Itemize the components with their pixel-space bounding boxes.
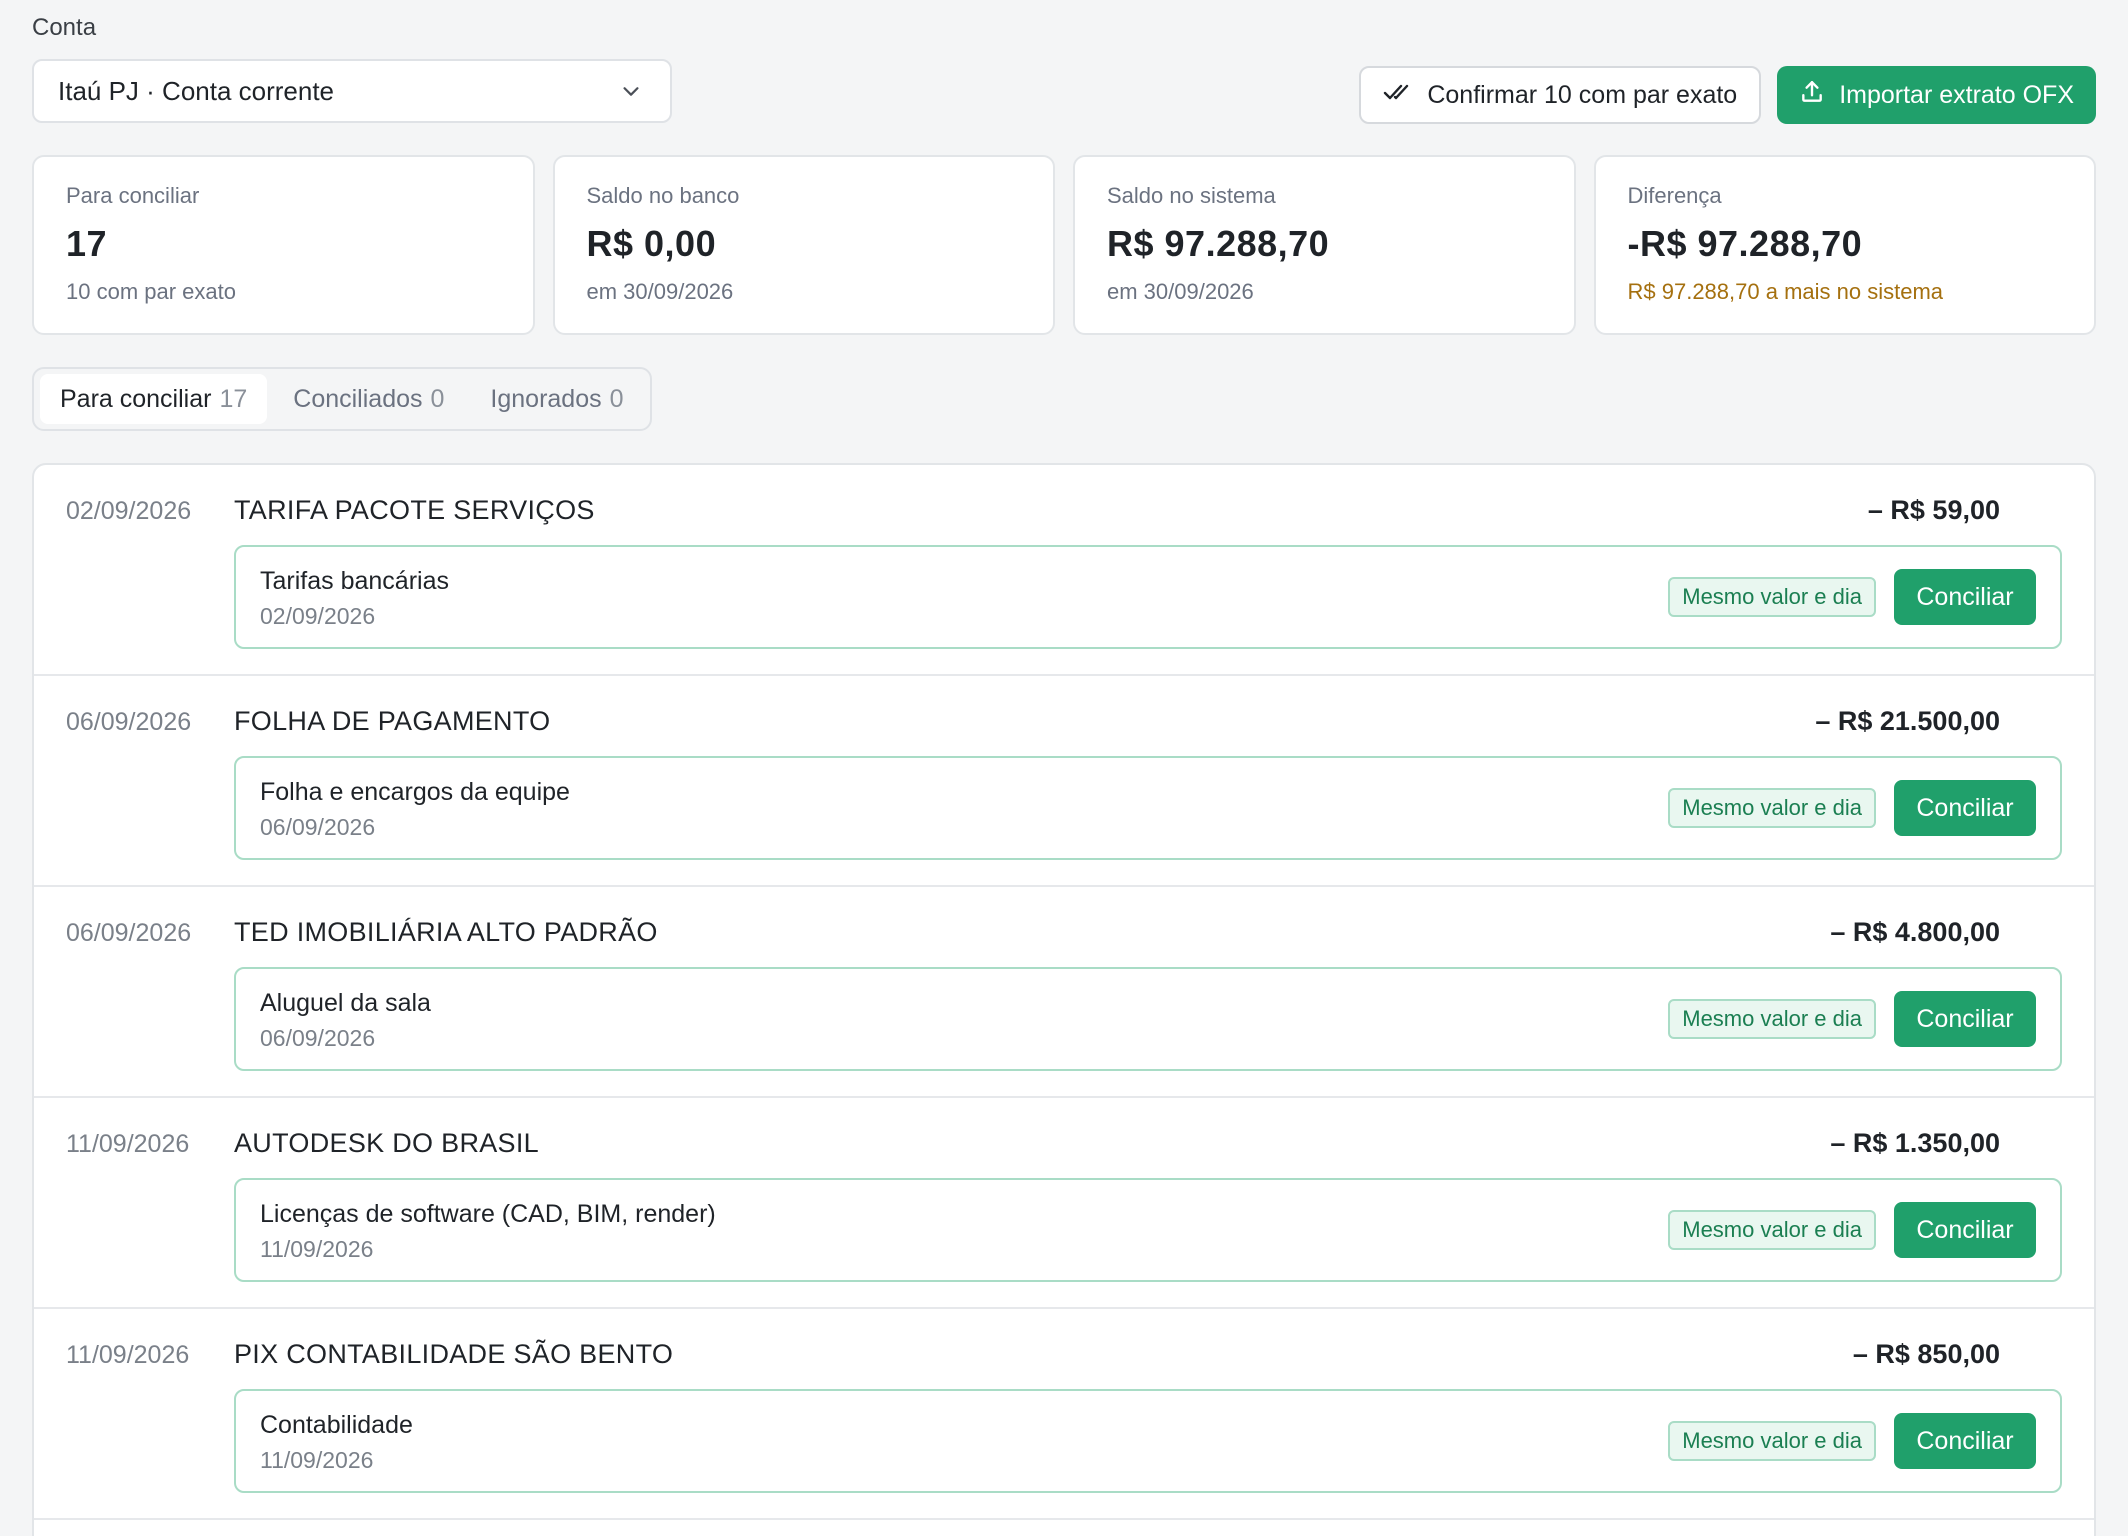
tab-count: 0 <box>430 384 445 413</box>
reconcile-button[interactable]: Conciliar <box>1894 569 2036 625</box>
card-subtext-warning: R$ 97.288,70 a mais no sistema <box>1627 279 1944 304</box>
match-suggestion: Folha e encargos da equipe 06/09/2026 Me… <box>234 756 2062 860</box>
card-subtext: em 30/09/2026 <box>586 279 734 304</box>
account-label: Conta <box>32 14 97 41</box>
match-suggestion: Contabilidade 11/09/2026 Mesmo valor e d… <box>234 1389 2062 1493</box>
transaction-description: TARIFA PACOTE SERVIÇOS <box>234 495 595 525</box>
transaction-amount: – R$ 59,00 <box>1867 495 2000 525</box>
double-check-icon <box>1383 81 1413 110</box>
import-ofx-button[interactable]: Importar extrato OFX <box>1777 66 2096 124</box>
match-badge: Mesmo valor e dia <box>1668 577 1876 617</box>
match-suggestion: Tarifas bancárias 02/09/2026 Mesmo valor… <box>234 545 2062 649</box>
match-title: Tarifas bancárias <box>260 567 449 595</box>
transaction-row: 06/09/2026 TED IMOBILIÁRIA ALTO PADRÃO –… <box>34 887 2094 1098</box>
transaction-description: TED IMOBILIÁRIA ALTO PADRÃO <box>234 917 658 947</box>
tab-count: 0 <box>609 384 624 413</box>
tab-ignored[interactable]: Ignorados 0 <box>470 374 643 424</box>
transaction-amount: – R$ 4.800,00 <box>1830 917 2000 947</box>
reconcile-button[interactable]: Conciliar <box>1894 991 2036 1047</box>
tab-label: Para conciliar <box>60 384 212 413</box>
transaction-date: 02/09/2026 <box>66 497 192 525</box>
account-select[interactable]: Itaú PJ · Conta corrente <box>32 59 672 123</box>
transaction-date: 06/09/2026 <box>66 708 192 736</box>
card-label: Para conciliar <box>66 183 200 208</box>
match-badge: Mesmo valor e dia <box>1668 1421 1876 1461</box>
transaction-date: 11/09/2026 <box>66 1341 190 1369</box>
card-label: Diferença <box>1627 183 1722 208</box>
transaction-list: 02/09/2026 TARIFA PACOTE SERVIÇOS – R$ 5… <box>32 463 2096 1536</box>
top-actions: Confirmar 10 com par exato Importar extr… <box>1359 66 2096 124</box>
match-date: 02/09/2026 <box>260 603 376 629</box>
match-suggestion: Licenças de software (CAD, BIM, render) … <box>234 1178 2062 1282</box>
reconciliation-page: Conta Itaú PJ · Conta corrente Confirmar… <box>0 0 2128 1536</box>
tab-count: 17 <box>219 384 248 413</box>
match-title: Contabilidade <box>260 1411 413 1439</box>
tab-to-reconcile[interactable]: Para conciliar 17 <box>40 374 268 424</box>
card-value: R$ 97.288,70 <box>1107 223 1330 264</box>
match-title: Aluguel da sala <box>260 989 431 1017</box>
confirm-exact-matches-label: Confirmar 10 com par exato <box>1427 80 1738 109</box>
match-badge: Mesmo valor e dia <box>1668 999 1876 1039</box>
transaction-description: FOLHA DE PAGAMENTO <box>234 706 551 736</box>
transaction-row: 11/09/2026 AUTODESK DO BRASIL – R$ 1.350… <box>34 1098 2094 1309</box>
card-system-balance: Saldo no sistema R$ 97.288,70 em 30/09/2… <box>1073 155 1576 335</box>
transaction-date: 06/09/2026 <box>66 919 192 947</box>
card-bank-balance: Saldo no banco R$ 0,00 em 30/09/2026 <box>552 155 1055 335</box>
transaction-date: 11/09/2026 <box>66 1130 190 1158</box>
card-value: 17 <box>66 223 108 264</box>
card-label: Saldo no sistema <box>1107 183 1276 208</box>
transaction-row: 06/09/2026 FOLHA DE PAGAMENTO – R$ 21.50… <box>34 676 2094 887</box>
match-date: 11/09/2026 <box>260 1236 374 1262</box>
summary-cards: Para conciliar 17 10 com par exato Saldo… <box>32 155 2096 335</box>
transaction-amount: – R$ 21.500,00 <box>1815 706 2000 736</box>
transaction-row: 11/09/2026 PIX CONTABILIDADE SÃO BENTO –… <box>34 1309 2094 1520</box>
match-date: 11/09/2026 <box>260 1447 374 1473</box>
upload-icon <box>1799 79 1825 112</box>
transaction-amount: – R$ 850,00 <box>1852 1339 2000 1369</box>
transaction-description: PIX CONTABILIDADE SÃO BENTO <box>234 1339 674 1369</box>
reconcile-button[interactable]: Conciliar <box>1894 1413 2036 1469</box>
reconcile-button[interactable]: Conciliar <box>1894 1202 2036 1258</box>
match-date: 06/09/2026 <box>260 1025 376 1051</box>
match-suggestion: Aluguel da sala 06/09/2026 Mesmo valor e… <box>234 967 2062 1071</box>
reconcile-button[interactable]: Conciliar <box>1894 780 2036 836</box>
import-ofx-label: Importar extrato OFX <box>1839 80 2074 109</box>
tab-reconciled[interactable]: Conciliados 0 <box>273 374 464 424</box>
status-tabs: Para conciliar 17 Conciliados 0 Ignorado… <box>32 367 652 431</box>
card-value: R$ 0,00 <box>586 223 717 264</box>
card-difference: Diferença -R$ 97.288,70 R$ 97.288,70 a m… <box>1593 155 2096 335</box>
card-subtext: 10 com par exato <box>66 279 236 304</box>
card-to-reconcile: Para conciliar 17 10 com par exato <box>32 155 535 335</box>
match-title: Folha e encargos da equipe <box>260 778 570 806</box>
match-title: Licenças de software (CAD, BIM, render) <box>260 1200 716 1228</box>
match-badge: Mesmo valor e dia <box>1668 788 1876 828</box>
card-value: -R$ 97.288,70 <box>1627 223 1863 264</box>
transaction-amount: – R$ 1.350,00 <box>1830 1128 2000 1158</box>
match-date: 06/09/2026 <box>260 814 376 840</box>
tab-label: Conciliados <box>293 384 423 413</box>
card-subtext: em 30/09/2026 <box>1107 279 1254 304</box>
confirm-exact-matches-button[interactable]: Confirmar 10 com par exato <box>1359 66 1762 124</box>
transaction-row: 02/09/2026 TARIFA PACOTE SERVIÇOS – R$ 5… <box>34 465 2094 676</box>
chevron-down-icon <box>620 78 646 104</box>
tab-label: Ignorados <box>490 384 602 413</box>
card-label: Saldo no banco <box>586 183 740 208</box>
account-select-value: Itaú PJ · Conta corrente <box>58 75 335 106</box>
transaction-description: AUTODESK DO BRASIL <box>234 1128 539 1158</box>
match-badge: Mesmo valor e dia <box>1668 1210 1876 1250</box>
